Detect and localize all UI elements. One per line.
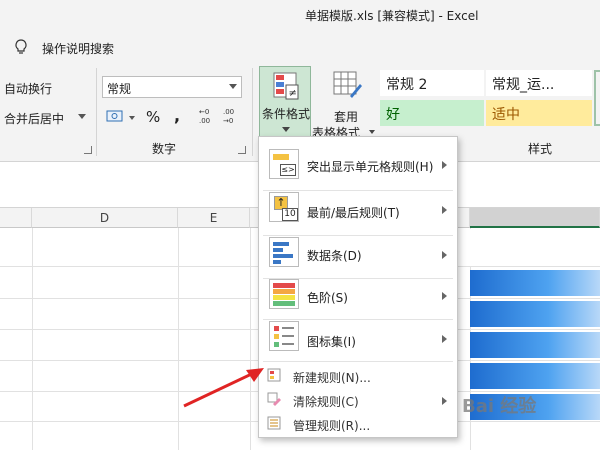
grid-line	[178, 228, 179, 450]
grid-line	[32, 228, 33, 450]
annotation-arrow-icon	[183, 368, 264, 408]
number-format-select[interactable]: 常规	[102, 76, 242, 98]
menu-item-highlight-cells-rules[interactable]: ≤> 突出显示单元格规则(H)	[259, 145, 457, 185]
chevron-down-icon	[369, 130, 375, 134]
style-neutral[interactable]: 适中	[486, 100, 592, 126]
submenu-arrow-icon	[442, 292, 447, 300]
decrease-decimal-icon[interactable]: .00 →0	[222, 106, 242, 126]
style-gallery-edge	[594, 70, 600, 126]
menu-divider	[263, 190, 453, 191]
format-as-table-button[interactable]: 套用 表格格式	[312, 68, 376, 140]
merge-center-button[interactable]: 合并后居中	[4, 110, 64, 127]
ribbon-divider	[252, 68, 253, 156]
data-bars-icon	[269, 237, 299, 267]
data-bar	[470, 301, 600, 327]
currency-dropdown-arrow[interactable]	[129, 116, 135, 120]
submenu-arrow-icon	[442, 397, 447, 405]
title-bar: 单据模版.xls [兼容模式] - Excel	[0, 0, 600, 30]
baidu-watermark: Bai 经验	[462, 396, 537, 417]
svg-text:→0: →0	[223, 117, 233, 125]
conditional-formatting-icon: ≠	[273, 72, 299, 100]
ribbon-divider	[96, 68, 97, 156]
conditional-formatting-menu: ≤> 突出显示单元格规则(H) ↑ 10 最前/最后规则(T) 数据条(D) 色…	[258, 136, 458, 438]
menu-item-data-bars[interactable]: 数据条(D)	[259, 237, 457, 279]
svg-text:.00: .00	[199, 117, 210, 125]
svg-text:.00: .00	[223, 108, 234, 116]
menu-item-clear-rules[interactable]: 清除规则(C)	[259, 389, 457, 411]
color-scales-icon	[269, 279, 299, 309]
style-good[interactable]: 好	[380, 100, 484, 126]
increase-decimal-icon[interactable]: ←0 .00	[198, 106, 218, 126]
data-bar	[470, 270, 600, 296]
top-bottom-rules-icon: ↑ 10	[269, 192, 299, 222]
lightbulb-icon	[15, 39, 27, 54]
menu-divider	[263, 235, 453, 236]
conditional-formatting-button[interactable]: ≠ 条件格式	[259, 66, 311, 138]
menu-item-manage-rules[interactable]: 管理规则(R)...	[259, 413, 457, 435]
icon-sets-icon	[269, 321, 299, 351]
number-format-value: 常规	[107, 82, 132, 96]
format-as-table-label-1: 套用	[334, 110, 359, 124]
submenu-arrow-icon	[442, 251, 447, 259]
number-group-label: 数字	[152, 142, 177, 156]
menu-divider	[263, 361, 453, 362]
chevron-down-icon	[229, 84, 237, 89]
percent-style-button[interactable]: %	[146, 108, 160, 126]
manage-rules-icon	[267, 416, 281, 430]
tell-me-bar[interactable]: 操作说明搜索	[0, 30, 600, 62]
style-normal-yun[interactable]: 常规_运...	[486, 70, 592, 96]
styles-group-label: 样式	[528, 142, 553, 156]
menu-item-icon-sets[interactable]: 图标集(I)	[259, 321, 457, 361]
menu-divider	[263, 319, 453, 320]
alignment-launcher-icon[interactable]	[84, 146, 92, 154]
row-header-corner[interactable]	[0, 208, 32, 228]
window-title: 单据模版.xls [兼容模式] - Excel	[305, 9, 479, 23]
header-cell-i[interactable]	[470, 229, 600, 266]
style-normal-2[interactable]: 常规 2	[380, 70, 484, 96]
wrap-text-button[interactable]: 自动换行	[4, 80, 52, 97]
menu-item-new-rule[interactable]: 新建规则(N)...	[259, 365, 457, 387]
menu-item-top-bottom-rules[interactable]: ↑ 10 最前/最后规则(T)	[259, 192, 457, 232]
column-header-e[interactable]: E	[178, 208, 250, 228]
cell-styles-gallery: 常规 2 常规_运... 好 适中	[378, 66, 600, 128]
submenu-arrow-icon	[442, 206, 447, 214]
menu-item-color-scales[interactable]: 色阶(S)	[259, 279, 457, 321]
svg-text:≠: ≠	[289, 88, 297, 99]
comma-style-button[interactable]: ,	[174, 106, 180, 125]
number-launcher-icon[interactable]	[238, 146, 246, 154]
chevron-down-icon	[282, 127, 290, 132]
data-bar	[470, 332, 600, 358]
submenu-arrow-icon	[442, 161, 447, 169]
conditional-formatting-label: 条件格式	[262, 107, 311, 121]
svg-text:←0: ←0	[199, 108, 209, 116]
grid-line	[250, 228, 251, 450]
submenu-arrow-icon	[442, 335, 447, 343]
column-header-i[interactable]	[470, 208, 600, 228]
highlight-rules-icon: ≤>	[269, 149, 299, 179]
format-as-table-icon	[333, 71, 362, 98]
tell-me-text[interactable]: 操作说明搜索	[42, 40, 114, 57]
merge-dropdown-arrow[interactable]	[78, 114, 86, 119]
column-header-d[interactable]: D	[32, 208, 178, 228]
data-bar	[470, 363, 600, 389]
currency-icon[interactable]	[106, 108, 126, 126]
